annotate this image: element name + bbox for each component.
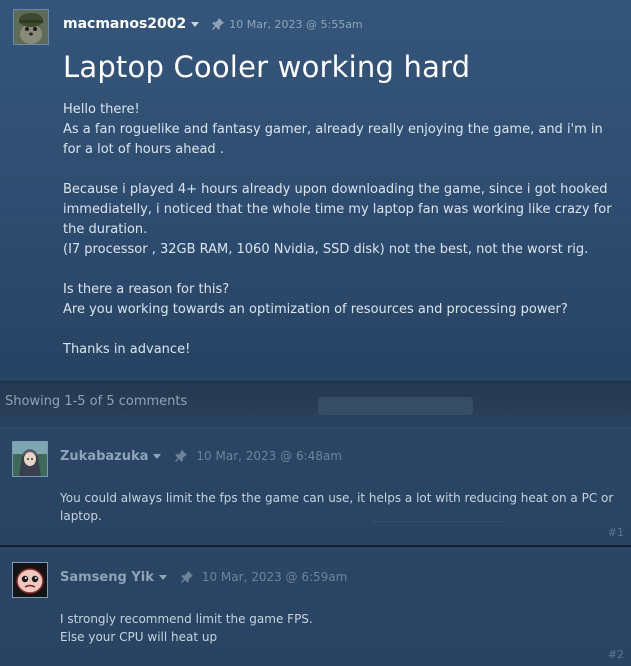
pin-icon xyxy=(212,18,225,30)
comment-line: You could always limit the fps the game … xyxy=(60,491,614,523)
body-line: Hello there! xyxy=(63,102,140,117)
avatar-image xyxy=(14,10,48,44)
chevron-down-icon[interactable] xyxy=(191,22,200,27)
commenter-avatar[interactable] xyxy=(12,562,48,598)
comments-header: Showing 1-5 of 5 comments xyxy=(0,382,631,416)
post-date: 10 Mar, 2023 @ 5:55am xyxy=(229,17,363,31)
body-line: Is there a reason for this? xyxy=(63,282,230,297)
body-line xyxy=(63,160,623,180)
body-line xyxy=(63,260,623,280)
body-line: As a fan roguelike and fantasy gamer, al… xyxy=(63,122,603,157)
pin-icon xyxy=(180,571,193,583)
topic-post: macmanos2002 10 Mar, 2023 @ 5:55am Lapto… xyxy=(0,0,631,382)
pin-icon xyxy=(175,450,188,462)
topic-title: Laptop Cooler working hard xyxy=(63,50,471,84)
avatar-image xyxy=(13,563,47,597)
commenter-name[interactable]: Zukabazuka xyxy=(60,449,148,464)
comment-date: 10 Mar, 2023 @ 6:59am xyxy=(201,570,348,584)
comment-number[interactable]: #2 xyxy=(608,648,624,661)
author-avatar[interactable] xyxy=(13,9,49,45)
comment-date: 10 Mar, 2023 @ 6:48am xyxy=(196,449,342,463)
body-line: Are you working towards an optimization … xyxy=(63,302,568,317)
author-row: macmanos2002 10 Mar, 2023 @ 5:55am xyxy=(63,14,363,34)
discussion-page: macmanos2002 10 Mar, 2023 @ 5:55am Lapto… xyxy=(0,0,631,666)
comment-card: Samseng Yik 10 Mar, 2023 @ 6:59am I stro… xyxy=(0,548,631,666)
comment-card: Zukabazuka 10 Mar, 2023 @ 6:48am You cou… xyxy=(0,427,631,547)
comment-line: Else your CPU will heat up xyxy=(60,630,218,644)
chevron-down-icon[interactable] xyxy=(158,574,167,580)
comment-body: I strongly recommend limit the game FPS.… xyxy=(60,610,620,646)
comment-number[interactable]: #1 xyxy=(608,526,624,539)
chevron-down-icon[interactable] xyxy=(153,453,162,459)
body-line: Because i played 4+ hours already upon d… xyxy=(63,182,612,237)
commenter-row: Samseng Yik 10 Mar, 2023 @ 6:59am xyxy=(60,568,347,586)
comment-body: You could always limit the fps the game … xyxy=(60,489,620,525)
body-line: (I7 processor , 32GB RAM, 1060 Nvidia, S… xyxy=(63,242,589,257)
commenter-name[interactable]: Samseng Yik xyxy=(60,570,154,585)
commenter-row: Zukabazuka 10 Mar, 2023 @ 6:48am xyxy=(60,447,342,465)
avatar-image xyxy=(13,442,47,476)
commenter-avatar[interactable] xyxy=(12,441,48,477)
topic-body: Hello there! As a fan roguelike and fant… xyxy=(63,100,623,360)
body-line: Thanks in advance! xyxy=(63,342,191,357)
comments-count: Showing 1-5 of 5 comments xyxy=(5,394,188,409)
comment-line: I strongly recommend limit the game FPS. xyxy=(60,612,313,626)
comments-pager-placeholder xyxy=(318,397,473,415)
body-line xyxy=(63,320,623,340)
author-name[interactable]: macmanos2002 xyxy=(63,16,186,32)
